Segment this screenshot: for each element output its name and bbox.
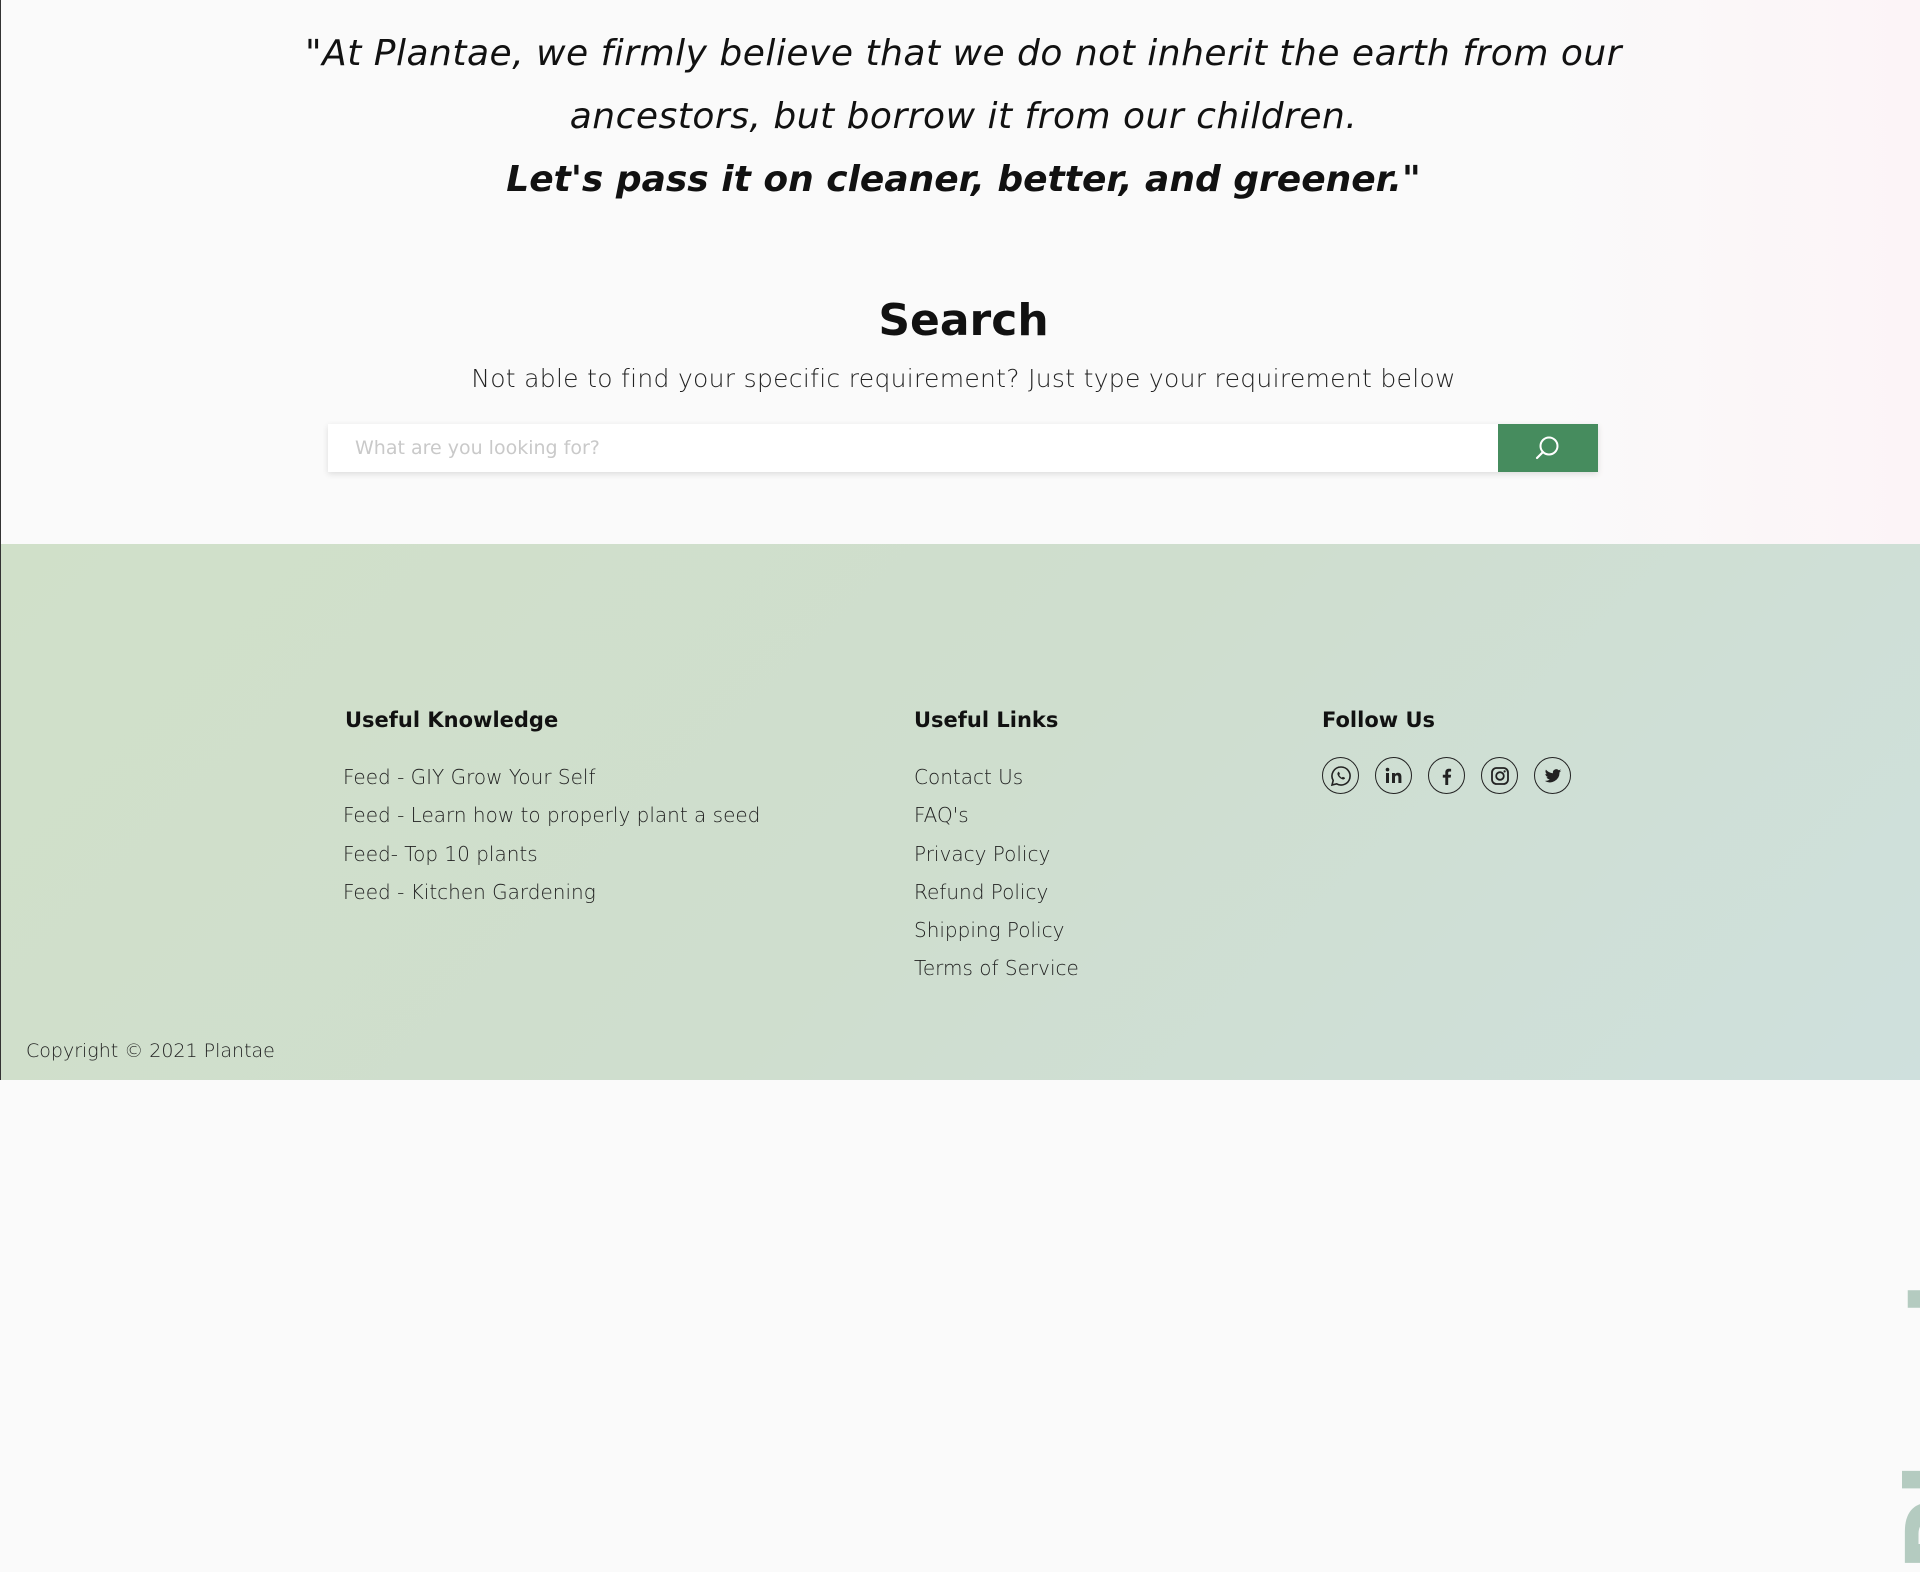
link-refund-policy[interactable]: Refund Policy <box>914 873 1079 911</box>
link-faqs[interactable]: FAQ's <box>914 796 1079 834</box>
social-links <box>1322 757 1571 794</box>
link-contact-us[interactable]: Contact Us <box>914 758 1079 796</box>
search-subtitle: Not able to find your specific requireme… <box>471 364 1456 393</box>
twitter-icon[interactable] <box>1534 757 1571 794</box>
useful-links-column: Useful Links Contact Us FAQ's Privacy Po… <box>914 708 1079 988</box>
quote-tagline: Let's pass it on cleaner, better, and gr… <box>506 159 1421 200</box>
follow-us-column: Follow Us <box>1322 708 1571 794</box>
link-shipping-policy[interactable]: Shipping Policy <box>914 911 1079 949</box>
linkedin-icon[interactable] <box>1375 757 1412 794</box>
search-icon <box>1535 436 1559 460</box>
follow-us-title: Follow Us <box>1322 708 1436 732</box>
instagram-icon[interactable] <box>1481 757 1518 794</box>
quote-line-2: ancestors, but borrow it from our childr… <box>569 96 1358 137</box>
copyright-text: Copyright © 2021 Plantae <box>26 1040 275 1062</box>
knowledge-link-kitchen-gardening[interactable]: Feed - Kitchen Gardening <box>343 873 760 911</box>
search-input[interactable] <box>328 424 1498 472</box>
search-bar <box>328 424 1598 472</box>
useful-knowledge-column: Useful Knowledge Feed - GIY Grow Your Se… <box>343 708 760 911</box>
search-button[interactable] <box>1498 424 1598 472</box>
whatsapp-icon[interactable] <box>1322 757 1359 794</box>
knowledge-link-plant-seed[interactable]: Feed - Learn how to properly plant a see… <box>343 796 760 834</box>
knowledge-link-top-plants[interactable]: Feed- Top 10 plants <box>343 835 760 873</box>
mission-quote: "At Plantae, we firmly believe that we d… <box>281 22 1646 148</box>
quote-line-1: "At Plantae, we firmly believe that we d… <box>305 33 1622 74</box>
footer: Useful Knowledge Feed - GIY Grow Your Se… <box>0 544 1920 1572</box>
facebook-icon[interactable] <box>1428 757 1465 794</box>
mission-section: "At Plantae, we firmly believe that we d… <box>0 0 1920 544</box>
brand-watermark: Plantae. <box>1885 1088 1920 1572</box>
search-heading: Search <box>878 295 1049 346</box>
useful-knowledge-title: Useful Knowledge <box>345 708 559 732</box>
link-terms-of-service[interactable]: Terms of Service <box>914 949 1079 987</box>
useful-links-title: Useful Links <box>914 708 1059 732</box>
knowledge-link-grow-yourself[interactable]: Feed - GIY Grow Your Self <box>343 758 760 796</box>
link-privacy-policy[interactable]: Privacy Policy <box>914 835 1079 873</box>
